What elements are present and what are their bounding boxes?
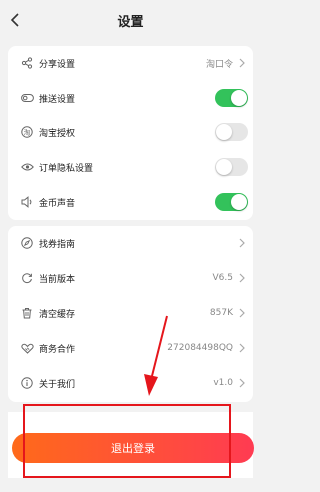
row-value: v1.0: [213, 378, 233, 388]
push-toggle-icon: [20, 91, 34, 105]
eye-icon: [20, 160, 34, 174]
toggle-knob: [231, 194, 247, 210]
toggle-knob: [216, 159, 232, 175]
push-toggle[interactable]: [215, 89, 248, 107]
row-push-settings: 推送设置: [8, 81, 253, 115]
chevron-right-icon: [239, 238, 245, 248]
chevron-right-icon: [239, 343, 245, 353]
taobao-auth-toggle[interactable]: [215, 123, 248, 141]
row-value: V6.5: [212, 273, 233, 283]
info-icon: [20, 376, 34, 390]
toggle-knob: [216, 124, 232, 140]
row-business-cooperation[interactable]: 商务合作 272084498QQ: [8, 331, 253, 365]
row-current-version[interactable]: 当前版本 V6.5: [8, 261, 253, 295]
row-taobao-auth: 淘 淘宝授权: [8, 115, 253, 149]
row-label: 金币声音: [39, 198, 76, 209]
refresh-icon: [20, 271, 34, 285]
back-arrow-icon[interactable]: [6, 10, 26, 30]
top-bar: 设置: [0, 0, 261, 40]
logout-button[interactable]: 退出登录: [12, 433, 254, 463]
taobao-icon: 淘: [20, 125, 34, 139]
toggle-knob: [231, 90, 247, 106]
order-privacy-toggle[interactable]: [215, 158, 248, 176]
settings-group-2: 找券指南 当前版本 V6.5 清空缓存 857K 商务合作 272084498Q…: [8, 226, 253, 402]
row-value: 淘口令: [205, 59, 233, 70]
handshake-icon: [20, 341, 34, 355]
chevron-right-icon: [239, 273, 245, 283]
row-label: 关于我们: [39, 379, 76, 390]
row-label: 商务合作: [39, 344, 76, 355]
row-coin-sound: 金币声音: [8, 185, 253, 219]
row-value: 857K: [209, 308, 233, 318]
row-label: 订单隐私设置: [39, 163, 94, 174]
row-order-privacy: 订单隐私设置: [8, 150, 253, 184]
trash-icon: [20, 306, 34, 320]
chevron-right-icon: [239, 378, 245, 388]
compass-icon: [20, 236, 34, 250]
page-title: 设置: [117, 14, 144, 30]
row-label: 找券指南: [39, 239, 76, 250]
row-share-settings[interactable]: 分享设置 淘口令: [8, 46, 253, 80]
chevron-right-icon: [239, 308, 245, 318]
row-label: 清空缓存: [39, 309, 76, 320]
row-value: 272084498QQ: [167, 343, 233, 353]
coin-sound-toggle[interactable]: [215, 193, 248, 211]
share-icon: [20, 56, 34, 70]
speaker-icon: [20, 195, 34, 209]
row-label: 淘宝授权: [39, 128, 76, 139]
row-label: 推送设置: [39, 94, 76, 105]
chevron-right-icon: [239, 58, 245, 68]
row-clear-cache[interactable]: 清空缓存 857K: [8, 296, 253, 330]
svg-text:淘: 淘: [24, 128, 31, 137]
settings-group-1: 分享设置 淘口令 推送设置 淘 淘宝授权 订单隐私设置 金币声音: [8, 46, 253, 220]
row-label: 当前版本: [39, 274, 76, 285]
row-coupon-guide[interactable]: 找券指南: [8, 226, 253, 260]
row-label: 分享设置: [39, 59, 76, 70]
row-about-us[interactable]: 关于我们 v1.0: [8, 366, 253, 400]
